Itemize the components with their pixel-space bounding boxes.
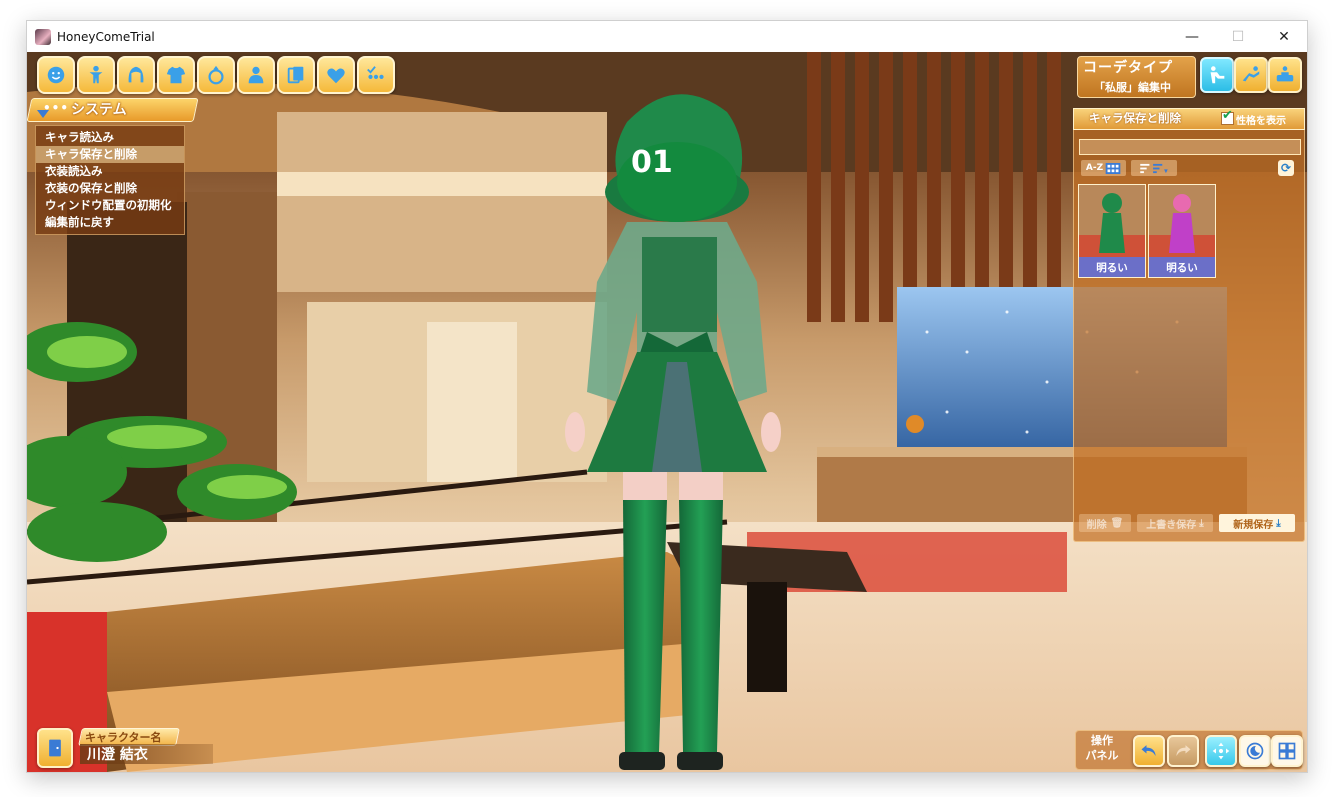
swimsuit-outfit-button[interactable] <box>1234 57 1268 93</box>
body-button[interactable] <box>77 56 115 94</box>
menu-item-load-outfit[interactable]: 衣装読込み <box>36 163 184 180</box>
save-panel-title: キャラ保存と削除 <box>1089 111 1181 125</box>
character-name: 川澄 結衣 <box>87 747 148 763</box>
new-save-button[interactable]: 新規保存 ⤓ <box>1219 514 1295 532</box>
moon-icon <box>1246 742 1264 760</box>
menu-item-load-character[interactable]: キャラ読込み <box>36 129 184 146</box>
grid-view-icon <box>1105 162 1121 174</box>
system-menu: キャラ読込み キャラ保存と削除 衣装読込み 衣装の保存と削除 ウィンドウ配置の初… <box>35 125 185 235</box>
search-input[interactable] <box>1079 139 1301 155</box>
sort-by-name-button[interactable]: A-Z <box>1081 160 1126 176</box>
sort-az-label: A-Z <box>1085 163 1104 173</box>
overwrite-save-button[interactable]: 上書き保存 ⤓ <box>1137 514 1213 532</box>
body-icon <box>89 65 103 84</box>
casual-outfit-button[interactable] <box>1200 57 1234 93</box>
download-icon: ⤓ <box>1199 517 1204 529</box>
grid-layout-icon <box>1278 742 1296 760</box>
refresh-button[interactable]: ⟳ <box>1278 160 1294 176</box>
maximize-button[interactable]: ☐ <box>1215 21 1261 52</box>
heart-button[interactable] <box>317 56 355 94</box>
app-window: HoneyComeTrial — ☐ ✕ 01 ••• システム キャラ読込み … <box>26 20 1308 773</box>
hair-button[interactable] <box>117 56 155 94</box>
exit-button[interactable] <box>37 728 73 768</box>
character-card[interactable]: 明るい <box>1148 184 1216 278</box>
redo-button[interactable] <box>1167 735 1199 767</box>
delete-button[interactable]: 削除 🗑 <box>1079 514 1131 532</box>
app-icon <box>35 28 51 45</box>
menu-item-save-delete-character[interactable]: キャラ保存と削除 <box>36 146 184 163</box>
cards-button[interactable] <box>277 56 315 94</box>
personality-icon <box>248 66 264 84</box>
face-button[interactable] <box>37 56 75 94</box>
bath-outfit-button[interactable] <box>1268 57 1302 93</box>
card-personality-label: 明るい <box>1079 257 1145 277</box>
cards-icon <box>287 66 304 84</box>
card-thumbnail <box>1079 185 1145 257</box>
system-button[interactable] <box>357 56 395 94</box>
coordinate-type-status: 「私服」編集中 <box>1094 81 1171 94</box>
accessory-ring-icon <box>208 65 224 85</box>
new-save-label: 新規保存 <box>1233 519 1274 531</box>
delete-label: 削除 <box>1086 519 1107 531</box>
title-bar[interactable]: HoneyComeTrial — ☐ ✕ <box>27 21 1307 52</box>
minimize-button[interactable]: — <box>1169 21 1215 52</box>
card-thumbnail <box>1149 185 1215 257</box>
door-exit-icon <box>49 739 61 757</box>
menu-item-save-delete-outfit[interactable]: 衣装の保存と削除 <box>36 180 184 197</box>
layout-button[interactable] <box>1271 735 1303 767</box>
show-personality-label: 性格を表示 <box>1236 116 1286 127</box>
lighting-button[interactable] <box>1239 735 1271 767</box>
operation-panel-label: 操作 パネル <box>1082 733 1122 763</box>
clothes-icon <box>166 66 186 84</box>
character-name-label: キャラクター名 <box>85 731 162 744</box>
bath-icon <box>1276 66 1294 82</box>
personality-button[interactable] <box>237 56 275 94</box>
system-icon <box>367 66 384 79</box>
window-controls: — ☐ ✕ <box>1169 21 1307 52</box>
download-icon: ⤓ <box>1276 517 1281 529</box>
menu-dots-icon: ••• <box>43 101 70 115</box>
window-title: HoneyComeTrial <box>57 29 155 44</box>
casual-outfit-icon <box>1210 66 1225 84</box>
menu-item-reset-window-layout[interactable]: ウィンドウ配置の初期化 <box>36 197 184 214</box>
sort-order-button[interactable] <box>1131 160 1177 176</box>
sort-order-icon <box>1140 163 1168 173</box>
overwrite-label: 上書き保存 <box>1146 519 1197 531</box>
move-arrows-icon <box>1212 742 1230 760</box>
menu-item-revert-edits[interactable]: 編集前に戻す <box>36 214 184 231</box>
redo-icon <box>1176 745 1191 756</box>
undo-button[interactable] <box>1133 735 1165 767</box>
close-button[interactable]: ✕ <box>1261 21 1307 52</box>
hair-icon <box>128 66 144 83</box>
heart-icon <box>327 68 345 84</box>
card-personality-label: 明るい <box>1149 257 1215 277</box>
check-mark-icon: ✔ <box>1222 108 1233 123</box>
clothes-button[interactable] <box>157 56 195 94</box>
game-viewport[interactable]: 01 ••• システム キャラ読込み キャラ保存と削除 衣装読込み 衣装の保存と… <box>27 52 1307 772</box>
swim-icon <box>1242 66 1260 82</box>
operation-panel-label-line2: パネル <box>1085 749 1119 762</box>
character-card[interactable]: 明るい <box>1078 184 1146 278</box>
coordinate-type-title: コーデタイプ <box>1083 60 1173 76</box>
jersey-number: 01 <box>631 145 673 180</box>
accessory-button[interactable] <box>197 56 235 94</box>
refresh-icon: ⟳ <box>1280 161 1292 175</box>
system-menu-title: システム <box>71 102 127 118</box>
face-icon <box>47 66 65 84</box>
trash-icon: 🗑 <box>1110 517 1124 529</box>
operation-panel-label-line1: 操作 <box>1091 734 1113 747</box>
camera-move-button[interactable] <box>1205 735 1237 767</box>
undo-icon <box>1141 745 1156 756</box>
